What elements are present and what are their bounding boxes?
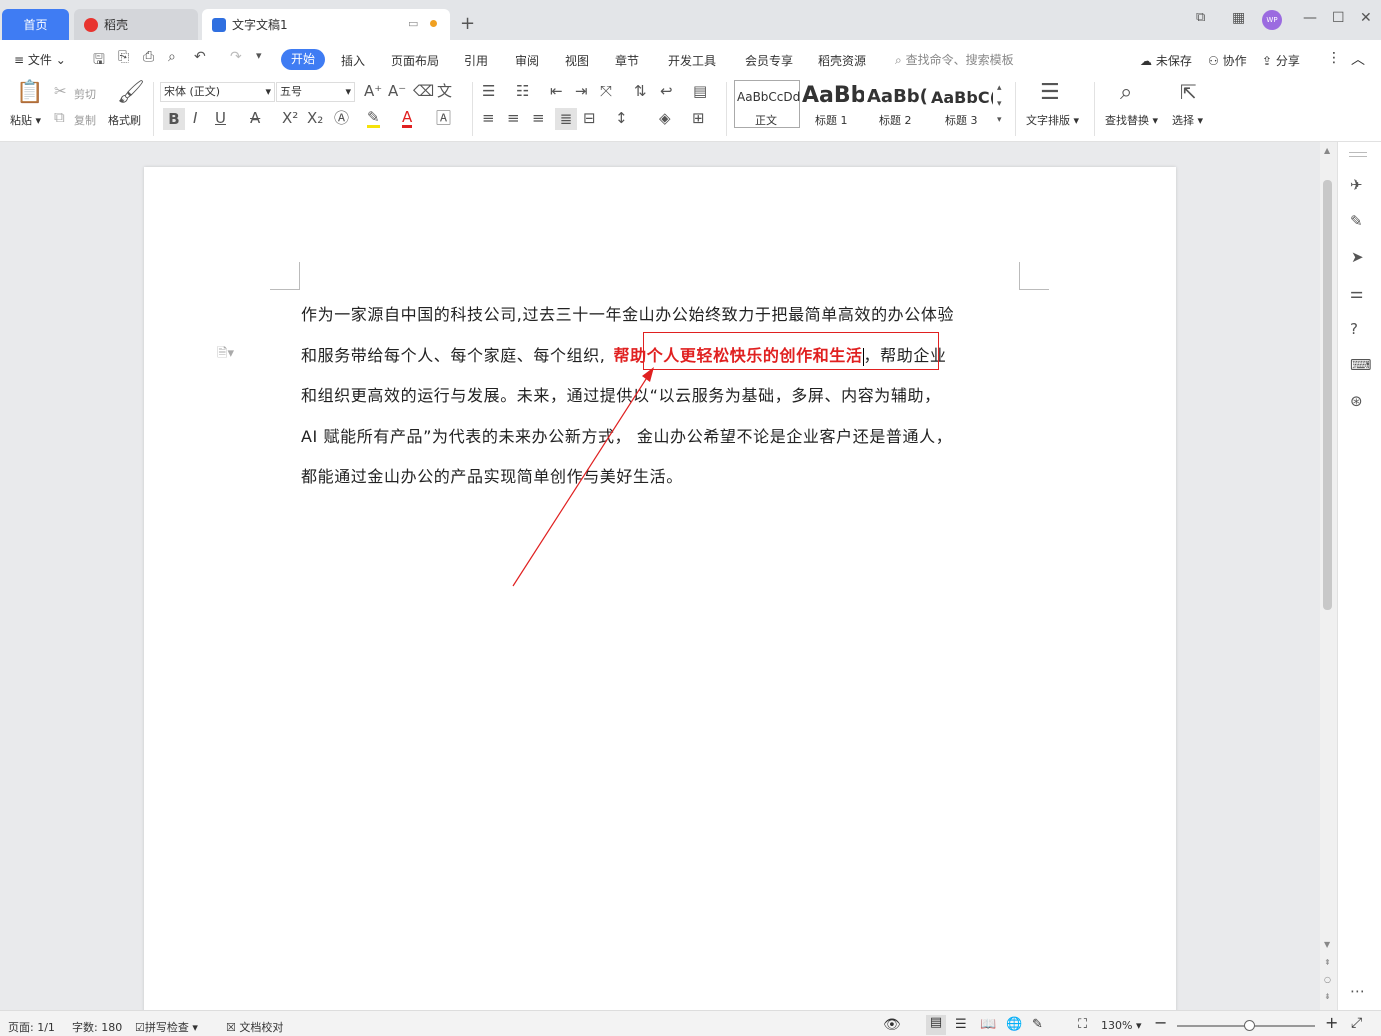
next-page-icon[interactable]: ⇟ xyxy=(1324,992,1331,1001)
doc-proof-label: 文档校对 xyxy=(239,1021,284,1034)
spell-check-label: 拼写检查 xyxy=(144,1021,189,1034)
eye-protect-icon[interactable]: 👁 xyxy=(883,1017,901,1033)
status-bar xyxy=(0,1010,1381,1036)
zoom-in-icon[interactable]: + xyxy=(1325,1013,1338,1032)
proof-icon: ☒ xyxy=(226,1021,236,1034)
more-horizontal-icon[interactable]: ⋯ xyxy=(1350,984,1365,999)
translate-icon[interactable]: ⌨ xyxy=(1350,358,1372,373)
scroll-down-icon[interactable]: ▼ xyxy=(1324,940,1330,949)
zoom-value: 130% xyxy=(1101,1019,1133,1032)
word-count[interactable]: 字数: 180 xyxy=(72,1019,122,1035)
reading-view-icon[interactable]: 📖 xyxy=(980,1017,996,1032)
zoom-slider-handle[interactable] xyxy=(1244,1020,1255,1031)
compass-icon[interactable]: ⊛ xyxy=(1350,394,1363,409)
web-view-icon[interactable]: 🌐 xyxy=(1006,1017,1022,1032)
pointer-icon[interactable]: ➤ xyxy=(1351,250,1364,265)
prev-page-icon[interactable]: ⇞ xyxy=(1324,958,1331,967)
zoom-level[interactable]: 130% ▾ xyxy=(1101,1019,1141,1032)
pen-icon[interactable]: ✎ xyxy=(1350,214,1363,229)
rocket-icon[interactable]: ✈ xyxy=(1350,178,1363,193)
arrow-line xyxy=(512,375,649,587)
select-browse-icon[interactable]: ○ xyxy=(1324,975,1331,984)
outline-view-icon[interactable]: ☰ xyxy=(955,1017,967,1032)
checkbox-icon: ☑ xyxy=(135,1021,145,1034)
doc-proof-button[interactable]: ☒ 文档校对 xyxy=(226,1019,283,1035)
pen-mode-icon[interactable]: ✎ xyxy=(1032,1017,1043,1032)
panel-grip xyxy=(1349,152,1367,153)
scrollbar-thumb[interactable] xyxy=(1323,180,1332,610)
arrow-head xyxy=(642,367,654,382)
help-icon[interactable]: ? xyxy=(1350,322,1358,337)
annotation-arrow xyxy=(512,367,654,587)
spell-check-button[interactable]: ☑拼写检查 ▾ xyxy=(135,1019,198,1035)
fit-page-icon[interactable]: ⛶ xyxy=(1078,1017,1087,1032)
fullscreen-icon[interactable]: ⤢ xyxy=(1351,1015,1362,1031)
page-view-icon[interactable]: ▤ xyxy=(926,1015,946,1035)
right-tool-panel xyxy=(1337,142,1381,1010)
zoom-out-icon[interactable]: − xyxy=(1154,1013,1167,1032)
scroll-up-icon[interactable]: ▲ xyxy=(1324,146,1330,155)
sliders-icon[interactable]: ⚌ xyxy=(1350,286,1363,301)
page-counter[interactable]: 页面: 1/1 xyxy=(8,1019,55,1035)
